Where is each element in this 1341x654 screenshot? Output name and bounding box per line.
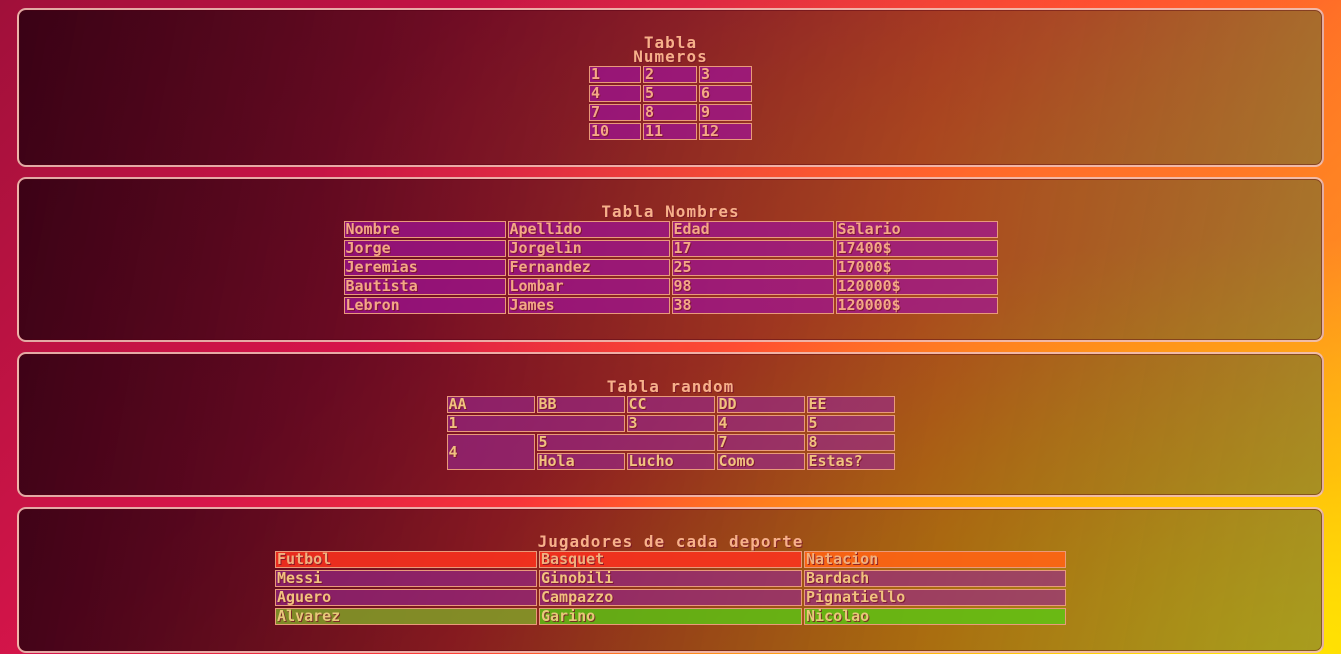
- table-cell: Nicolao: [804, 608, 1066, 625]
- table-cell: 11: [643, 123, 697, 140]
- table-cell: Lucho: [626, 453, 715, 470]
- random-card: Tabla random AA BB CC DD EE 1 3 4 5 4 5 …: [17, 352, 1324, 497]
- table-cell: 10: [589, 123, 641, 140]
- table-row: 10 11 12: [589, 123, 752, 140]
- table-cell: Estas?: [806, 453, 895, 470]
- table-cell: Bardach: [804, 570, 1066, 587]
- table-cell: 3: [626, 415, 715, 432]
- table-cell: Alvarez: [275, 608, 537, 625]
- table-cell: Pignatiello: [804, 589, 1066, 606]
- table-cell: Ginobili: [539, 570, 802, 587]
- table-row: Lebron James 38 120000$: [343, 297, 998, 314]
- table-row: 4 5 6: [589, 85, 752, 102]
- table-cell: 6: [699, 85, 752, 102]
- table-cell: 120000$: [835, 297, 998, 314]
- table-cell: 17: [671, 240, 834, 257]
- table-cell: 98: [671, 278, 834, 295]
- table-row: 7 8 9: [589, 104, 752, 121]
- table-cell: Fernandez: [507, 259, 670, 276]
- deportes-table: Futbol Basquet Natacion Messi Ginobili B…: [273, 549, 1068, 627]
- table-header-cell: Futbol: [275, 551, 537, 568]
- table-cell: 4: [446, 434, 535, 470]
- table-cell: Garino: [539, 608, 802, 625]
- table-cell: 3: [699, 66, 752, 83]
- table-cell: 9: [699, 104, 752, 121]
- table-cell: 4: [716, 415, 805, 432]
- numeros-caption: Tabla Numeros: [633, 35, 708, 66]
- table-cell: Lebron: [343, 297, 506, 314]
- table-cell: Jorgelin: [507, 240, 670, 257]
- table-cell: Jeremias: [343, 259, 506, 276]
- table-cell: Messi: [275, 570, 537, 587]
- random-table: AA BB CC DD EE 1 3 4 5 4 5 7 8 Hola Luch…: [445, 394, 897, 472]
- table-header-cell: DD: [716, 396, 805, 413]
- table-cell: 17000$: [835, 259, 998, 276]
- table-header-cell: CC: [626, 396, 715, 413]
- table-header-row: AA BB CC DD EE: [446, 396, 895, 413]
- table-cell: 8: [806, 434, 895, 451]
- table-cell: Campazzo: [539, 589, 802, 606]
- table-row: Alvarez Garino Nicolao: [275, 608, 1066, 625]
- table-cell: Aguero: [275, 589, 537, 606]
- random-caption: Tabla random: [606, 377, 735, 396]
- table-cell: Jorge: [343, 240, 506, 257]
- table-cell: 8: [643, 104, 697, 121]
- table-row: Aguero Campazzo Pignatiello: [275, 589, 1066, 606]
- numeros-table: 1 2 3 4 5 6 7 8 9 10 11 12: [587, 64, 754, 142]
- table-header-cell: Edad: [671, 221, 834, 238]
- table-row: Bautista Lombar 98 120000$: [343, 278, 998, 295]
- table-cell: 7: [716, 434, 805, 451]
- table-row: 1 3 4 5: [446, 415, 895, 432]
- numeros-caption-line2: Numeros: [633, 47, 708, 66]
- table-cell: 12: [699, 123, 752, 140]
- table-cell: 7: [589, 104, 641, 121]
- table-cell: 5: [806, 415, 895, 432]
- table-header-cell: Salario: [835, 221, 998, 238]
- nombres-card: Tabla Nombres Nombre Apellido Edad Salar…: [17, 177, 1324, 342]
- table-header-cell: Nombre: [343, 221, 506, 238]
- table-row: 1 2 3: [589, 66, 752, 83]
- table-cell: Bautista: [343, 278, 506, 295]
- nombres-table: Nombre Apellido Edad Salario Jorge Jorge…: [342, 219, 1000, 316]
- table-cell: Hola: [536, 453, 625, 470]
- table-cell: James: [507, 297, 670, 314]
- table-cell: 25: [671, 259, 834, 276]
- table-row: 4 5 7 8: [446, 434, 895, 470]
- table-header-cell: EE: [806, 396, 895, 413]
- table-cell: 2: [643, 66, 697, 83]
- table-row: Jeremias Fernandez 25 17000$: [343, 259, 998, 276]
- table-cell: Lombar: [507, 278, 670, 295]
- table-cell: 120000$: [835, 278, 998, 295]
- table-cell: Como: [716, 453, 805, 470]
- table-cell: 5: [643, 85, 697, 102]
- table-cell: 38: [671, 297, 834, 314]
- table-row: Jorge Jorgelin 17 17400$: [343, 240, 998, 257]
- numeros-card: Tabla Numeros 1 2 3 4 5 6 7 8 9 10 11 12: [17, 8, 1324, 167]
- table-cell: 4: [589, 85, 641, 102]
- table-header-cell: BB: [536, 396, 625, 413]
- table-header-cell: Natacion: [804, 551, 1066, 568]
- table-cell: 17400$: [835, 240, 998, 257]
- table-cell: 1: [446, 415, 625, 432]
- deportes-card: Jugadores de cada deporte Futbol Basquet…: [17, 507, 1324, 653]
- table-header-cell: AA: [446, 396, 535, 413]
- table-header-row: Nombre Apellido Edad Salario: [343, 221, 998, 238]
- table-row: Messi Ginobili Bardach: [275, 570, 1066, 587]
- nombres-caption: Tabla Nombres: [601, 202, 740, 221]
- table-cell: 5: [536, 434, 715, 451]
- table-header-row: Futbol Basquet Natacion: [275, 551, 1066, 568]
- table-header-cell: Basquet: [539, 551, 802, 568]
- table-cell: 1: [589, 66, 641, 83]
- table-header-cell: Apellido: [507, 221, 670, 238]
- deportes-caption: Jugadores de cada deporte: [537, 532, 804, 551]
